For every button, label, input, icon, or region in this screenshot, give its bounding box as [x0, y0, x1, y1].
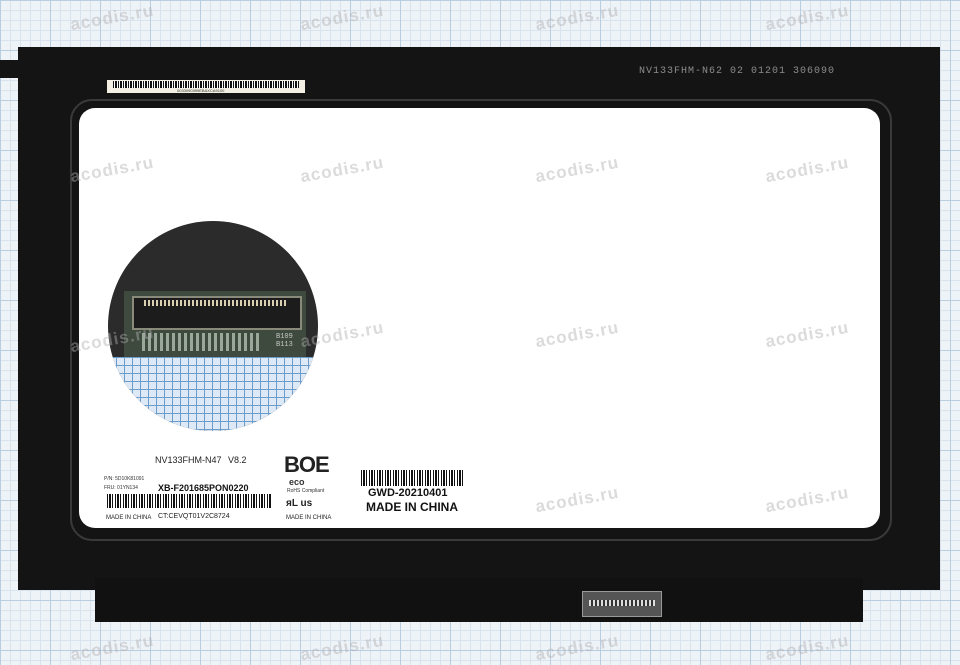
- watermark: acodis.ru: [533, 0, 621, 35]
- made-in-label-right: MADE IN CHINA: [366, 500, 458, 514]
- flex-cable-strip: [95, 578, 863, 622]
- flex-connector-pins: [589, 600, 655, 606]
- inset-board-ref: B109 B113: [276, 333, 293, 349]
- ul-certification-icon: ᴙL us: [286, 498, 313, 509]
- watermark: acodis.ru: [763, 630, 851, 665]
- serial-number: XB-F201685PON0220: [158, 483, 249, 493]
- watermark: acodis.ru: [298, 630, 386, 665]
- made-in-label-left: MADE IN CHINA: [106, 515, 152, 521]
- rohs-label: RoHS Compliant: [287, 488, 325, 494]
- model-version: V8.2: [228, 455, 247, 465]
- ct-code: CT:CEVQT01V2C8724: [158, 513, 230, 520]
- watermark: acodis.ru: [763, 0, 851, 35]
- watermark: acodis.ru: [68, 630, 156, 665]
- panel-reference-code: NV133FHM-N62 02 01201 306090: [639, 66, 836, 77]
- inset-grid-paper: [108, 357, 318, 431]
- watermark: acodis.ru: [533, 630, 621, 665]
- watermark: acodis.ru: [298, 0, 386, 35]
- gwd-barcode: [361, 470, 463, 486]
- model-number: NV133FHM-N47: [155, 455, 222, 465]
- eco-mark-icon: eco: [289, 477, 305, 487]
- part-number: P/N: 5D10K81091: [104, 476, 145, 482]
- brand-logo: BOE: [284, 452, 330, 477]
- serial-barcode: [107, 494, 272, 508]
- inset-traces: [142, 333, 260, 351]
- fru-number: FRU: 01YN134: [104, 485, 138, 491]
- top-barcode: [113, 81, 299, 88]
- made-in-label-mid: MADE IN CHINA: [286, 515, 332, 521]
- watermark: acodis.ru: [68, 0, 156, 35]
- flex-connector: [582, 591, 662, 617]
- top-barcode-label: 0033090399EBAXCA9100: [107, 80, 305, 93]
- top-barcode-text: 0033090399EBAXCA9100: [177, 88, 225, 93]
- panel-tab: [0, 60, 18, 78]
- inset-connector-pins: [144, 300, 288, 306]
- gwd-code: GWD-20210401: [368, 487, 448, 499]
